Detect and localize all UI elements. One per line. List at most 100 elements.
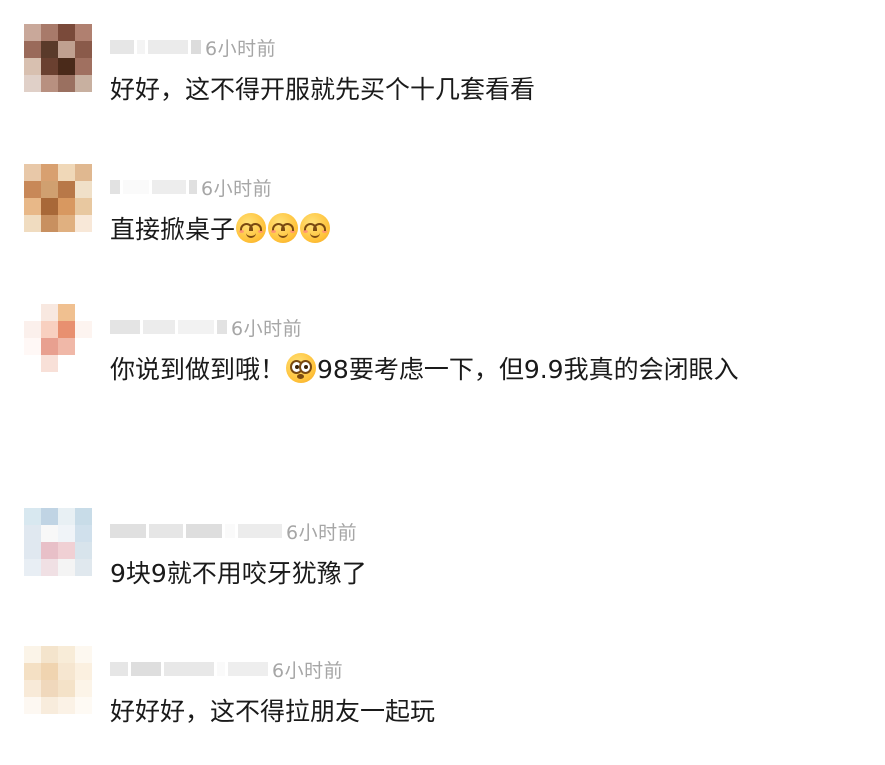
- avatar-pixel: [41, 215, 58, 232]
- comment-time: 6小时前: [205, 37, 277, 60]
- avatar-pixel: [24, 58, 41, 75]
- avatar-pixel: [24, 663, 41, 680]
- comment-time: 6小时前: [231, 317, 303, 340]
- avatar-pixel: [75, 646, 92, 663]
- avatar-pixel: [58, 181, 75, 198]
- avatar-pixel: [24, 75, 41, 92]
- avatar-pixel: [75, 508, 92, 525]
- smirk-emoji-icon: [236, 213, 267, 243]
- avatar-pixel: [41, 24, 58, 41]
- comment-time: 6小时前: [272, 659, 344, 682]
- avatar-pixel: [41, 164, 58, 181]
- avatar-pixel: [24, 181, 41, 198]
- username-blurred[interactable]: [110, 522, 282, 540]
- comment-meta: 6小时前: [110, 518, 357, 544]
- avatar-pixel: [24, 215, 41, 232]
- avatar-pixel: [58, 164, 75, 181]
- avatar-pixel: [41, 646, 58, 663]
- avatar-pixel: [24, 41, 41, 58]
- smirk-emoji-icon: [268, 213, 299, 243]
- avatar-pixel: [75, 321, 92, 338]
- avatar-pixel: [41, 697, 58, 714]
- avatar-pixel: [58, 559, 75, 576]
- avatar-pixel: [75, 542, 92, 559]
- avatar-pixel: [41, 181, 58, 198]
- avatar-pixel: [58, 525, 75, 542]
- avatar-pixel: [24, 164, 41, 181]
- avatar-pixel: [58, 355, 75, 372]
- avatar-pixel: [24, 24, 41, 41]
- avatar-pixel: [24, 508, 41, 525]
- comment-text-label: 直接掀桌子: [110, 215, 236, 244]
- avatar-pixel: [41, 559, 58, 576]
- avatar-pixel: [58, 663, 75, 680]
- avatar-pixel: [58, 215, 75, 232]
- avatar-pixel: [41, 525, 58, 542]
- avatar-pixel: [24, 355, 41, 372]
- username-blurred[interactable]: [110, 660, 268, 678]
- avatar-pixel: [58, 24, 75, 41]
- avatar-pixel: [75, 75, 92, 92]
- avatar-pixel: [41, 663, 58, 680]
- avatar-pixel: [24, 304, 41, 321]
- comment-text-after: 98要考虑一下，但9.9我真的会闭眼入: [317, 355, 739, 384]
- avatar-pixel: [41, 338, 58, 355]
- avatar-pixel: [75, 181, 92, 198]
- comment-text: 好好，这不得开服就先买个十几套看看: [110, 75, 536, 104]
- avatar-pixel: [75, 680, 92, 697]
- avatar-pixel: [24, 542, 41, 559]
- avatar[interactable]: [24, 304, 92, 372]
- comment-meta: 6小时前: [110, 314, 302, 340]
- avatar-pixel: [75, 559, 92, 576]
- comment-text: 好好好，这不得拉朋友一起玩: [110, 697, 436, 726]
- avatar[interactable]: [24, 646, 92, 714]
- avatar-pixel: [58, 75, 75, 92]
- avatar-pixel: [24, 525, 41, 542]
- comment-text: 9块9就不用咬牙犹豫了: [110, 559, 367, 588]
- avatar-pixel: [41, 58, 58, 75]
- comment-time: 6小时前: [286, 521, 358, 544]
- username-blurred[interactable]: [110, 318, 227, 336]
- avatar-pixel: [24, 198, 41, 215]
- comment-meta: 6小时前: [110, 34, 276, 60]
- avatar-pixel: [24, 646, 41, 663]
- comment-text: 直接掀桌子: [110, 210, 331, 246]
- avatar-pixel: [41, 41, 58, 58]
- comment-time: 6小时前: [201, 177, 273, 200]
- avatar-pixel: [58, 338, 75, 355]
- avatar-pixel: [41, 198, 58, 215]
- avatar[interactable]: [24, 24, 92, 92]
- avatar-pixel: [58, 198, 75, 215]
- avatar-pixel: [58, 646, 75, 663]
- avatar-pixel: [75, 697, 92, 714]
- avatar-pixel: [24, 338, 41, 355]
- comment-text-before: 你说到做到哦！: [110, 355, 286, 384]
- avatar-pixel: [75, 24, 92, 41]
- avatar-pixel: [58, 697, 75, 714]
- avatar-pixel: [58, 304, 75, 321]
- avatar-pixel: [58, 41, 75, 58]
- smirk-emoji-icon: [300, 213, 331, 243]
- avatar[interactable]: [24, 508, 92, 576]
- comment-meta: 6小时前: [110, 656, 343, 682]
- avatar-pixel: [24, 697, 41, 714]
- comment-text: 你说到做到哦！ 98要考虑一下，但9.9我真的会闭眼入: [110, 350, 739, 386]
- username-blurred[interactable]: [110, 178, 197, 196]
- avatar-pixel: [41, 304, 58, 321]
- avatar-pixel: [41, 508, 58, 525]
- avatar-pixel: [75, 525, 92, 542]
- avatar-pixel: [58, 508, 75, 525]
- avatar-pixel: [75, 304, 92, 321]
- avatar-pixel: [75, 663, 92, 680]
- avatar-pixel: [58, 321, 75, 338]
- comment-meta: 6小时前: [110, 174, 272, 200]
- avatar[interactable]: [24, 164, 92, 232]
- avatar-pixel: [75, 198, 92, 215]
- avatar-pixel: [75, 164, 92, 181]
- avatar-pixel: [58, 680, 75, 697]
- avatar-pixel: [41, 542, 58, 559]
- avatar-pixel: [75, 58, 92, 75]
- avatar-pixel: [75, 355, 92, 372]
- avatar-pixel: [75, 338, 92, 355]
- username-blurred[interactable]: [110, 38, 201, 56]
